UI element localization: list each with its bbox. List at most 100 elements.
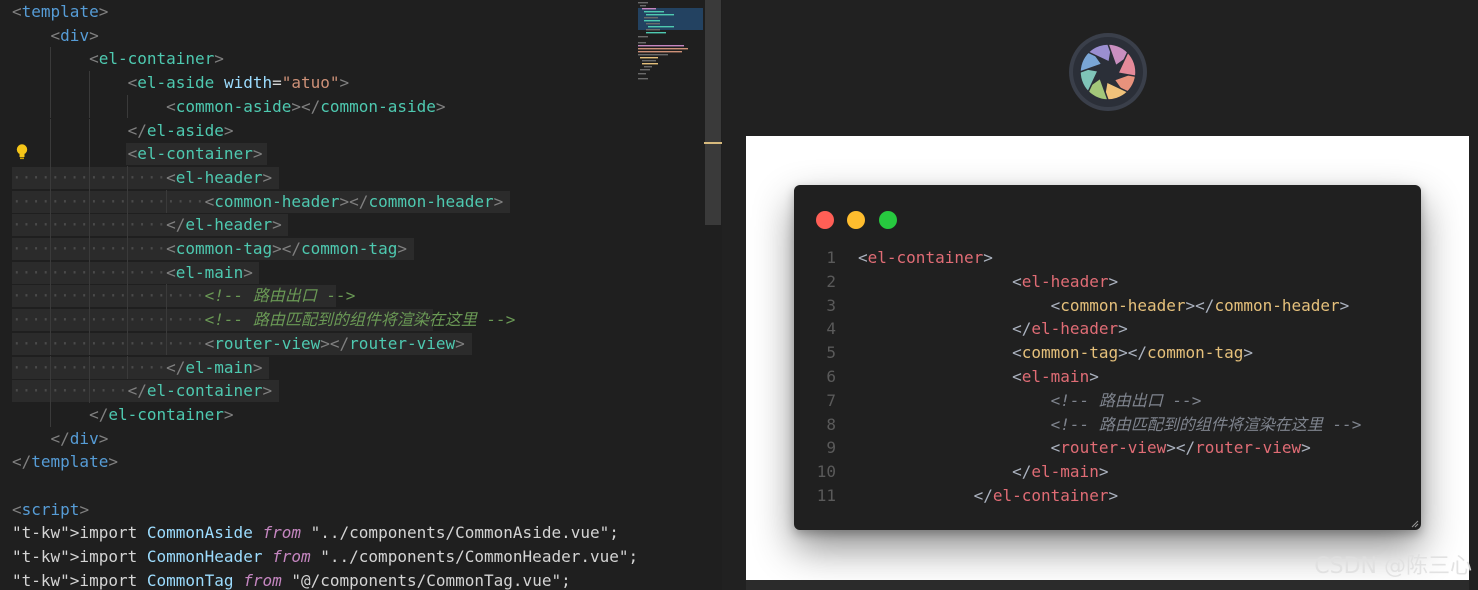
indent-guide bbox=[50, 331, 52, 356]
indent-guide bbox=[127, 237, 129, 261]
editor-line[interactable]: </div> bbox=[12, 427, 109, 451]
line-number: 7 bbox=[826, 390, 836, 410]
code-window-line: 5 <common-tag></common-tag> bbox=[794, 341, 1421, 365]
indent-guide bbox=[50, 47, 52, 72]
editor-line[interactable]: <el-container> bbox=[12, 47, 224, 71]
indent-guide bbox=[50, 355, 52, 380]
indent-guide bbox=[88, 165, 90, 190]
indent-guide bbox=[127, 331, 129, 356]
indent-guide bbox=[50, 308, 52, 332]
indent-guide bbox=[88, 355, 90, 380]
editor-line[interactable]: "t-kw">import CommonTag from "@/componen… bbox=[12, 569, 571, 590]
editor-line[interactable]: ····················<!-- 路由出口 --> bbox=[12, 284, 355, 308]
line-number: 6 bbox=[826, 367, 836, 386]
indent-guide bbox=[88, 260, 90, 285]
editor-line[interactable]: ····················<!-- 路由匹配到的组件将渲染在这里 … bbox=[12, 308, 515, 332]
code-image-preview: 1 <el-container> 2 <el-header> 3 <common-he… bbox=[722, 0, 1478, 590]
code-text: <router-view></router-view> bbox=[1050, 438, 1311, 458]
window-dot-green bbox=[879, 211, 897, 229]
indent-guide bbox=[88, 213, 90, 237]
editor-line[interactable]: "t-kw">import CommonAside from "../compo… bbox=[12, 521, 619, 545]
code-text: <!-- 路由出口 --> bbox=[1050, 390, 1202, 410]
code-text: </el-main> bbox=[1012, 462, 1109, 482]
line-number: 1 bbox=[826, 248, 836, 267]
watermark: CSDN @陈三心 bbox=[1314, 554, 1472, 579]
indent-guide bbox=[127, 189, 129, 214]
lightbulb-icon[interactable] bbox=[14, 143, 30, 161]
indent-guide bbox=[127, 355, 129, 380]
indent-guide bbox=[165, 308, 167, 332]
line-number: 3 bbox=[826, 295, 836, 315]
code-window-line: 11 </el-container> bbox=[794, 484, 1421, 508]
indent-guide bbox=[88, 284, 90, 309]
indent-guide bbox=[88, 379, 90, 403]
camera-aperture-icon bbox=[1069, 33, 1147, 111]
code-text: <el-header> bbox=[1012, 271, 1119, 291]
editor-line[interactable]: ················<el-main> bbox=[12, 261, 253, 285]
code-window-line: 1 <el-container> bbox=[794, 246, 1421, 270]
line-number: 8 bbox=[826, 414, 836, 434]
code-text: <el-main> bbox=[1012, 367, 1099, 386]
indent-guide bbox=[127, 94, 129, 119]
indent-guide bbox=[50, 165, 52, 190]
line-number: 9 bbox=[826, 438, 836, 458]
indent-guide bbox=[127, 260, 129, 285]
indent-guide bbox=[165, 284, 167, 309]
code-window-line: 8 <!-- 路由匹配到的组件将渲染在这里 --> bbox=[794, 413, 1421, 437]
editor-line[interactable]: </template> bbox=[12, 450, 118, 474]
indent-guide bbox=[88, 142, 90, 166]
indent-guide bbox=[50, 402, 52, 427]
code-window-line: 2 <el-header> bbox=[794, 270, 1421, 294]
code-text: <!-- 路由匹配到的组件将渲染在这里 --> bbox=[1050, 414, 1362, 434]
indent-guide bbox=[50, 189, 52, 214]
indent-guide bbox=[50, 379, 52, 403]
code-editor[interactable]: <template> <div> <el-container> <el-asid… bbox=[0, 0, 722, 590]
indent-guide bbox=[127, 308, 129, 332]
editor-line[interactable]: <div> bbox=[12, 24, 99, 48]
editor-line[interactable]: ················<common-tag></common-tag… bbox=[12, 237, 407, 261]
editor-line[interactable]: <script> bbox=[12, 498, 89, 522]
window-dot-red bbox=[816, 211, 834, 229]
indent-guide bbox=[127, 213, 129, 237]
editor-line[interactable]: "t-kw">import CommonHeader from "../comp… bbox=[12, 545, 638, 569]
editor-line[interactable]: ····················<common-header></com… bbox=[12, 190, 503, 214]
indent-guide bbox=[88, 94, 90, 119]
code-text: </el-container> bbox=[973, 486, 1119, 505]
code-image-canvas: 1 <el-container> 2 <el-header> 3 <common-he… bbox=[746, 136, 1469, 580]
indent-guide bbox=[88, 189, 90, 214]
code-window-line: 6 <el-main> bbox=[794, 365, 1421, 389]
indent-guide bbox=[88, 237, 90, 261]
editor-line[interactable]: <template> bbox=[12, 0, 108, 24]
editor-line[interactable]: <el-aside width="atuo"> bbox=[12, 71, 350, 95]
line-number: 11 bbox=[816, 486, 836, 505]
code-window-line: 3 <common-header></common-header> bbox=[794, 294, 1421, 318]
indent-guide bbox=[165, 331, 167, 356]
indent-guide bbox=[50, 118, 52, 143]
code-text: <el-container> bbox=[858, 248, 993, 267]
minimap[interactable] bbox=[636, 0, 704, 120]
indent-guide bbox=[88, 308, 90, 332]
indent-guide bbox=[88, 118, 90, 143]
code-text: <common-header></common-header> bbox=[1050, 295, 1350, 315]
indent-guide bbox=[50, 213, 52, 237]
code-window-line: 7 <!-- 路由出口 --> bbox=[794, 389, 1421, 413]
canvas-horizontal-scrollbar[interactable] bbox=[746, 580, 1469, 590]
indent-guide bbox=[127, 284, 129, 309]
indent-guide bbox=[127, 165, 129, 190]
indent-guide bbox=[88, 331, 90, 356]
editor-scrollbar-thumb[interactable] bbox=[705, 0, 721, 225]
editor-line[interactable]: </el-container> bbox=[12, 403, 234, 427]
scrollbar-cursor-marker bbox=[704, 142, 722, 144]
code-window-line: 4 </el-header> bbox=[794, 317, 1421, 341]
editor-line[interactable]: ················</el-header> bbox=[12, 213, 282, 237]
indent-guide bbox=[50, 142, 52, 166]
editor-line[interactable]: </el-aside> bbox=[12, 119, 234, 143]
editor-line[interactable]: <common-aside></common-aside> bbox=[12, 95, 445, 119]
code-window-line: 9 <router-view></router-view> bbox=[794, 436, 1421, 460]
editor-line[interactable]: ····················<router-view></route… bbox=[12, 332, 465, 356]
indent-guide bbox=[50, 284, 52, 309]
code-window: 1 <el-container> 2 <el-header> 3 <common-he… bbox=[794, 185, 1421, 530]
line-number: 4 bbox=[826, 319, 836, 339]
indent-guide bbox=[165, 189, 167, 214]
resize-grip-icon[interactable] bbox=[1411, 520, 1419, 528]
